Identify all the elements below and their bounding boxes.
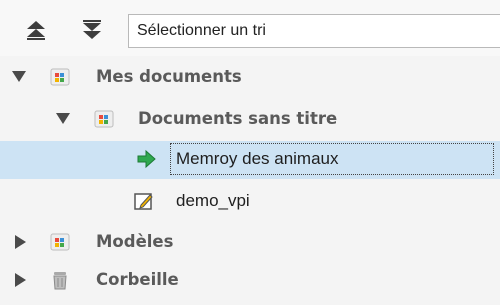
green-arrow-icon: [137, 149, 156, 169]
trash-icon: [53, 272, 67, 290]
double-chevron-up-icon: [27, 21, 45, 40]
document-tree: Mes documents Documents sans titre Memro…: [0, 56, 500, 305]
expand-arrow-icon[interactable]: [56, 112, 70, 126]
sort-ascending-button[interactable]: [22, 16, 50, 44]
collapsed-arrow-icon[interactable]: [14, 273, 28, 287]
collapsed-arrow-icon[interactable]: [14, 235, 28, 249]
library-icon: [50, 68, 70, 86]
library-icon: [94, 110, 114, 128]
sort-select[interactable]: Sélectionner un tri: [128, 14, 500, 48]
library-icon: [50, 233, 70, 251]
tree-item-label: Documents sans titre: [138, 109, 338, 128]
sort-select-value: Sélectionner un tri: [137, 22, 266, 39]
sort-descending-button[interactable]: [78, 16, 106, 44]
sort-toolbar: Sélectionner un tri: [0, 0, 500, 57]
double-chevron-down-icon: [83, 20, 101, 39]
edit-document-icon: [134, 193, 153, 210]
tree-item-memroy-des-animaux[interactable]: Memroy des animaux: [0, 141, 500, 179]
tree-item-documents-sans-titre[interactable]: Documents sans titre: [0, 100, 500, 138]
tree-item-label: Memroy des animaux: [176, 149, 339, 168]
tree-item-label: Mes documents: [96, 67, 242, 86]
expand-arrow-icon[interactable]: [12, 70, 26, 84]
tree-item-corbeille[interactable]: Corbeille: [0, 261, 500, 299]
tree-item-label: Modèles: [96, 232, 174, 251]
tree-item-demo-vpi[interactable]: demo_vpi: [0, 182, 500, 220]
tree-item-modeles[interactable]: Modèles: [0, 223, 500, 261]
tree-item-mes-documents[interactable]: Mes documents: [0, 58, 500, 96]
tree-item-label: demo_vpi: [176, 191, 250, 210]
tree-item-label: Corbeille: [96, 270, 179, 289]
